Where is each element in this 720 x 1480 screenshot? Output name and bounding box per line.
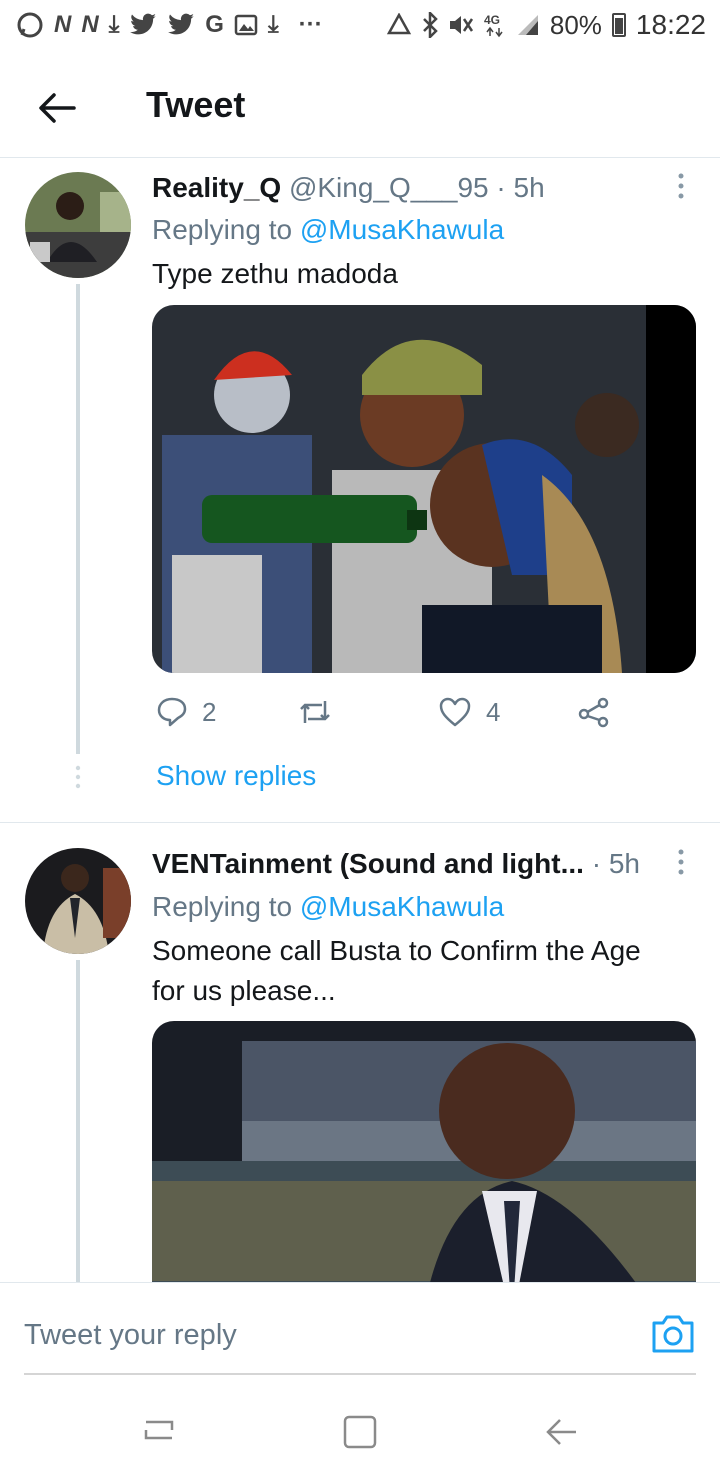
mention-link[interactable]: @MusaKhawula xyxy=(300,891,504,922)
back-icon[interactable] xyxy=(542,1412,582,1452)
recent-apps-icon[interactable] xyxy=(140,1412,180,1452)
signal-icon xyxy=(517,15,538,35)
thread-line xyxy=(76,960,80,1282)
back-arrow-icon[interactable] xyxy=(34,86,78,130)
heart-icon xyxy=(439,697,471,727)
tweet-text: Someone call Busta to Confirm the Age fo… xyxy=(152,935,641,1006)
svg-text:4G: 4G xyxy=(484,13,500,27)
divider xyxy=(0,822,720,823)
username[interactable]: @King_Q___95 xyxy=(289,172,489,204)
retweet-button[interactable] xyxy=(298,696,332,728)
replying-to-label: Replying to xyxy=(152,214,300,245)
input-underline xyxy=(24,1373,696,1375)
clock: 18:22 xyxy=(635,9,706,40)
bluetooth-icon xyxy=(422,12,438,38)
reply-count: 2 xyxy=(202,696,217,727)
show-replies-link[interactable]: Show replies xyxy=(156,760,316,792)
top-bar: Tweet xyxy=(0,58,720,158)
more-options-icon[interactable] xyxy=(676,172,686,202)
tweet-header: VENTainment (Sound and light... · 5h xyxy=(152,848,652,880)
separator-dot: · xyxy=(591,848,602,879)
tweet-header: Reality_Q @King_Q___95 · 5h xyxy=(152,172,660,204)
tweet-text: Type zethu madoda xyxy=(152,258,398,289)
timestamp[interactable]: 5h xyxy=(514,172,545,204)
reply-tweet[interactable]: VENTainment (Sound and light... · 5h Rep… xyxy=(0,838,720,1282)
tweet-photo[interactable] xyxy=(152,305,696,673)
share-icon xyxy=(578,697,609,728)
page-title: Tweet xyxy=(146,84,246,125)
timestamp[interactable]: 5h xyxy=(609,848,640,880)
gallery-icon xyxy=(234,14,258,36)
status-bar-notifications: N N ⤓ G ⤓ ··· xyxy=(16,11,323,39)
system-navigation-bar xyxy=(0,1384,720,1480)
like-button[interactable]: 4 xyxy=(438,696,500,728)
twitter-icon xyxy=(130,13,157,35)
more-replies-dots-icon xyxy=(75,765,81,789)
whatsapp-icon xyxy=(17,12,43,38)
like-count: 4 xyxy=(486,696,501,727)
status-bar: N N ⤓ G ⤓ ··· 4G 80% 18:22 xyxy=(0,0,720,50)
news-icon: N xyxy=(54,11,72,38)
replying-to-label: Replying to xyxy=(152,891,300,922)
reply-icon xyxy=(157,697,187,727)
display-name[interactable]: VENTainment (Sound and light... xyxy=(152,848,584,880)
reply-tweet[interactable]: Reality_Q @King_Q___95 · 5h Replying to … xyxy=(0,160,720,822)
display-name[interactable]: Reality_Q xyxy=(152,172,281,204)
retweet-icon xyxy=(300,701,330,723)
download-icon: ⤓ xyxy=(108,11,120,38)
download-icon: ⤓ xyxy=(267,11,279,38)
thread-line xyxy=(76,284,80,754)
share-button[interactable] xyxy=(578,696,610,728)
reply-composer: Tweet your reply xyxy=(0,1282,720,1382)
reply-input[interactable]: Tweet your reply xyxy=(24,1319,237,1352)
mention-link[interactable]: @MusaKhawula xyxy=(300,214,504,245)
news-icon: N xyxy=(81,11,99,38)
recycle-icon xyxy=(386,13,411,35)
separator-dot: · xyxy=(496,172,506,203)
google-icon: G xyxy=(205,11,224,38)
avatar[interactable] xyxy=(25,848,131,954)
network-4g-icon: 4G xyxy=(484,13,503,38)
battery-percent: 80% xyxy=(549,9,602,40)
camera-icon[interactable] xyxy=(650,1311,696,1355)
battery-icon xyxy=(611,13,626,37)
reply-button[interactable]: 2 xyxy=(156,696,216,728)
avatar[interactable] xyxy=(25,172,131,278)
tweet-photo[interactable] xyxy=(152,1021,696,1282)
more-options-icon[interactable] xyxy=(676,848,686,878)
replying-to: Replying to @MusaKhawula xyxy=(152,214,504,246)
home-icon[interactable] xyxy=(340,1412,380,1452)
tweet-actions: 2 4 xyxy=(152,696,696,736)
status-bar-system: 4G 80% 18:22 xyxy=(386,9,706,41)
mute-icon xyxy=(449,16,473,34)
more-dots-icon: ··· xyxy=(298,11,323,38)
twitter-icon xyxy=(168,13,195,35)
replying-to: Replying to @MusaKhawula xyxy=(152,891,504,923)
